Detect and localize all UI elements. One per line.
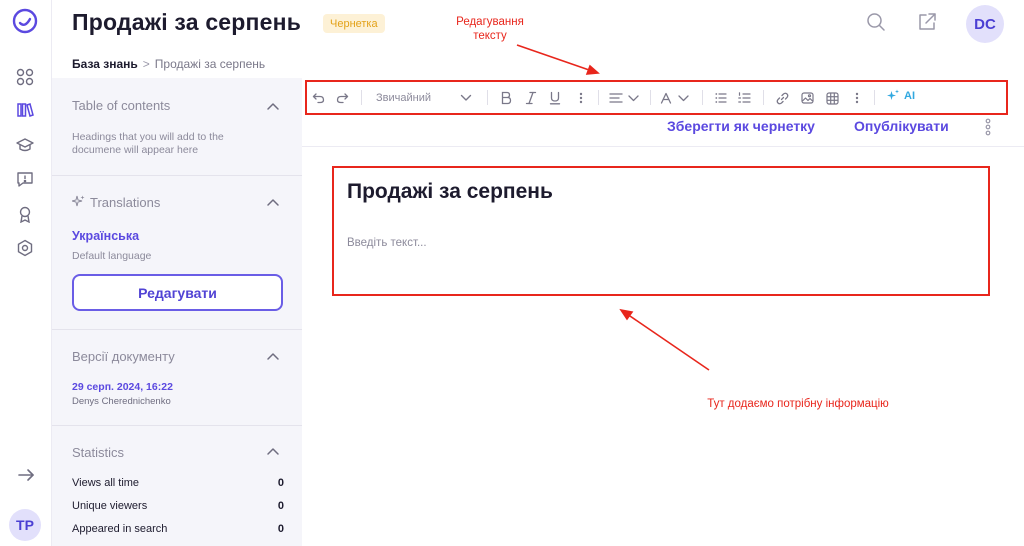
expand-sidebar-icon[interactable]: [16, 466, 36, 484]
translation-language[interactable]: Українська: [72, 229, 139, 243]
chevron-up-icon[interactable]: [266, 101, 280, 111]
stat-label: Appeared in search: [72, 523, 168, 535]
chevron-up-icon[interactable]: [266, 197, 280, 207]
stat-value: 0: [277, 523, 284, 535]
left-nav-rail: TP: [0, 0, 52, 546]
version-author: Denys Cherednichenko: [72, 396, 171, 407]
user-avatar[interactable]: TP: [9, 509, 41, 541]
breadcrumb: База знань > Продажі за серпень: [72, 57, 265, 71]
section-divider: [52, 329, 302, 330]
settings-hexagon-icon[interactable]: [16, 239, 34, 257]
arrowhead: [619, 308, 634, 321]
chevron-up-icon[interactable]: [266, 351, 280, 361]
breadcrumb-separator: >: [142, 57, 150, 71]
breadcrumb-root[interactable]: База знань: [72, 57, 138, 71]
graduation-cap-icon[interactable]: [16, 136, 34, 154]
content-annotation: Тут додаємо потрібну інформацію: [707, 398, 889, 410]
apps-icon[interactable]: [16, 68, 34, 86]
open-external-icon[interactable]: [917, 12, 937, 32]
version-date-link[interactable]: 29 серп. 2024, 16:22: [72, 381, 173, 393]
more-options-icon[interactable]: [984, 118, 992, 136]
library-icon[interactable]: [16, 101, 34, 119]
stat-value: 0: [277, 500, 284, 512]
save-draft-button[interactable]: Зберегти як чернетку: [667, 118, 815, 134]
versions-title: Версії документу: [72, 349, 175, 364]
default-language-note: Default language: [72, 250, 152, 262]
page-title: Продажі за серпень: [72, 9, 302, 35]
edit-translation-button[interactable]: Редагувати: [72, 274, 283, 311]
arrow-to-toolbar: [516, 44, 593, 72]
content-highlight-box: [332, 166, 990, 296]
arrow-to-content: [626, 313, 710, 371]
toc-title: Table of contents: [72, 98, 171, 113]
section-divider: [52, 175, 302, 176]
statistics-title: Statistics: [72, 445, 125, 460]
translations-title: Translations: [90, 195, 161, 210]
content-divider: [302, 146, 1024, 147]
search-icon[interactable]: [866, 12, 886, 32]
account-avatar[interactable]: DC: [966, 5, 1004, 43]
app-logo-icon[interactable]: [12, 8, 38, 34]
publish-button[interactable]: Опублікувати: [854, 118, 949, 134]
breadcrumb-current: Продажі за серпень: [154, 57, 266, 71]
stat-value: 0: [277, 477, 284, 489]
award-icon[interactable]: [16, 205, 34, 223]
stat-label: Views all time: [72, 477, 140, 489]
section-divider: [52, 425, 302, 426]
toolbar-annotation-line1: Редагування: [456, 16, 524, 28]
chevron-up-icon[interactable]: [266, 446, 280, 456]
sparkle-icon: [72, 195, 85, 207]
toc-empty-hint: Headings that you will add to the docume…: [72, 131, 224, 156]
toolbar-highlight-box: [305, 80, 1008, 115]
stat-label: Unique viewers: [72, 500, 148, 512]
feedback-icon[interactable]: [16, 170, 34, 188]
arrowhead: [585, 64, 600, 75]
toolbar-annotation-line2: тексту: [473, 30, 507, 42]
toolbar-annotation: Редагування тексту: [440, 15, 540, 43]
status-badge: Чернетка: [323, 14, 385, 33]
